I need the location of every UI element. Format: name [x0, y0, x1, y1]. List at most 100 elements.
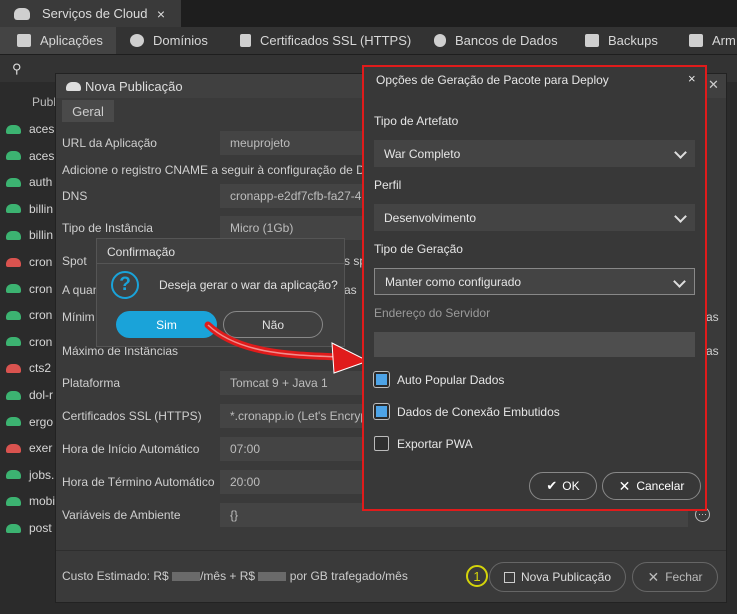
checkbox-label: Dados de Conexão Embutidos [397, 405, 560, 419]
select-value: War Completo [384, 146, 461, 161]
end-time-label: Hora de Término Automático [62, 475, 215, 489]
button-label: Nova Publicação [520, 570, 612, 584]
close-icon[interactable]: × [157, 6, 165, 22]
redacted-value [258, 572, 287, 582]
artifact-type-select[interactable]: War Completo [374, 140, 695, 167]
estimated-cost: Custo Estimado: R$ /mês + R$ por GB traf… [62, 569, 408, 583]
list-item-label: exer [29, 441, 53, 456]
quantity-label: A quan [62, 283, 100, 297]
checkbox[interactable] [374, 436, 389, 451]
cloud-status-icon [6, 284, 21, 294]
list-item[interactable]: post [6, 515, 52, 541]
server-address-label: Endereço do Servidor [374, 306, 491, 320]
publish-icon [503, 571, 515, 583]
cname-note: Adicione o registro CNAME a seguir à con… [62, 163, 365, 177]
list-item[interactable]: cron [6, 329, 52, 355]
list-item-label: dol-r [29, 388, 54, 402]
app-url-label: URL da Aplicação [62, 136, 157, 150]
tab-applications[interactable]: Aplicações [0, 27, 116, 54]
deploy-options-dialog: Opções de Geração de Pacote para Deploy … [362, 65, 707, 511]
quantity-suffix: as [344, 283, 357, 297]
cloud-status-icon [6, 443, 21, 453]
dialog-footer: Custo Estimado: R$ /mês + R$ por GB traf… [56, 550, 726, 603]
close-icon: ✕ [647, 568, 660, 585]
close-icon[interactable]: × [688, 71, 696, 86]
list-item-label: cron [29, 255, 53, 269]
generation-type-label: Tipo de Geração [374, 242, 463, 256]
list-item[interactable]: billin [6, 222, 53, 248]
list-item-label: cron [29, 281, 53, 296]
annotation-arrow [204, 321, 370, 374]
new-publication-button[interactable]: Nova Publicação [489, 562, 626, 592]
checkbox[interactable] [374, 372, 389, 387]
divider [97, 263, 344, 264]
minimum-suffix: as [706, 310, 719, 324]
cancel-button[interactable]: ✕ Cancelar [602, 472, 701, 500]
profile-label: Perfil [374, 178, 402, 192]
tab-domains[interactable]: Domínios [130, 27, 208, 54]
profile-select[interactable]: Desenvolvimento [374, 204, 695, 231]
tab-ssl[interactable]: Certificados SSL (HTTPS) [240, 27, 411, 54]
globe-icon [130, 34, 144, 47]
max-instances-suffix: as [706, 344, 719, 358]
list-item[interactable]: exer [6, 435, 52, 461]
list-item[interactable]: billin [6, 196, 53, 222]
cloud-upload-icon [66, 81, 81, 91]
list-item[interactable]: mobi [6, 488, 55, 514]
cost-prefix: Custo Estimado: R$ [62, 569, 169, 583]
checkbox[interactable] [374, 404, 389, 419]
button-label: OK [562, 479, 580, 493]
list-item[interactable]: aces [6, 143, 54, 169]
list-item[interactable]: aces [6, 116, 54, 142]
tab-databases[interactable]: Bancos de Dados [434, 27, 558, 54]
list-item-label: mobi [29, 494, 56, 509]
tab-general[interactable]: Geral [62, 100, 114, 122]
chevron-down-icon [674, 146, 687, 159]
list-item[interactable]: cts2 [6, 355, 51, 381]
list-item-label: jobs. [29, 467, 55, 482]
tab-storage[interactable]: Arm [689, 27, 736, 54]
redacted-value [172, 572, 201, 582]
cost-suffix: por GB trafegado/mês [289, 569, 408, 583]
window-tab-title: Serviços de Cloud [42, 6, 148, 21]
checkbox-label: Exportar PWA [397, 437, 473, 451]
button-label: Fechar [665, 570, 703, 584]
tab-label: Aplicações [40, 33, 103, 48]
cloud-status-icon [6, 523, 21, 533]
cloud-status-icon [6, 204, 21, 214]
platform-label: Plataforma [62, 376, 121, 390]
list-item[interactable]: cron [6, 249, 52, 275]
check-icon: ✔ [546, 478, 558, 493]
list-item-label: ergo [29, 414, 54, 429]
tab-backups[interactable]: Backups [585, 27, 658, 54]
close-button[interactable]: ✕ Fechar [632, 562, 718, 592]
list-item[interactable]: cron [6, 302, 52, 328]
dialog-title: Nova Publicação [85, 78, 183, 94]
list-item-label: cron [29, 308, 53, 323]
list-item-label: aces [29, 148, 55, 163]
list-item[interactable]: cron [6, 276, 52, 302]
cloud-status-icon [6, 124, 21, 134]
main-dialog-close-icon[interactable]: ✕ [708, 77, 719, 93]
cloud-status-icon [6, 177, 21, 187]
list-item[interactable]: ergo [6, 409, 53, 435]
generation-type-select[interactable]: Manter como configurado [374, 268, 695, 295]
list-item-label: billin [29, 201, 54, 216]
cloud-status-icon [6, 496, 21, 506]
list-item[interactable]: dol-r [6, 382, 53, 408]
chevron-down-icon [674, 210, 687, 223]
cloud-status-icon [6, 390, 21, 400]
list-item[interactable]: auth [6, 169, 52, 195]
tab-label: Certificados SSL (HTTPS) [260, 33, 412, 48]
env-vars-label: Variáveis de Ambiente [62, 508, 181, 522]
cloud-status-icon [6, 151, 21, 161]
server-address-input[interactable] [374, 332, 695, 357]
window-tab[interactable]: Serviços de Cloud × [0, 0, 181, 27]
list-item-label: auth [29, 175, 53, 190]
list-item[interactable]: jobs. [6, 462, 54, 488]
list-item-label: aces [29, 122, 55, 136]
options-title: Opções de Geração de Pacote para Deploy [376, 73, 609, 87]
ok-button[interactable]: ✔ OK [529, 472, 597, 500]
checkbox-label: Auto Popular Dados [397, 373, 505, 387]
tab-label: Arm [712, 33, 736, 48]
